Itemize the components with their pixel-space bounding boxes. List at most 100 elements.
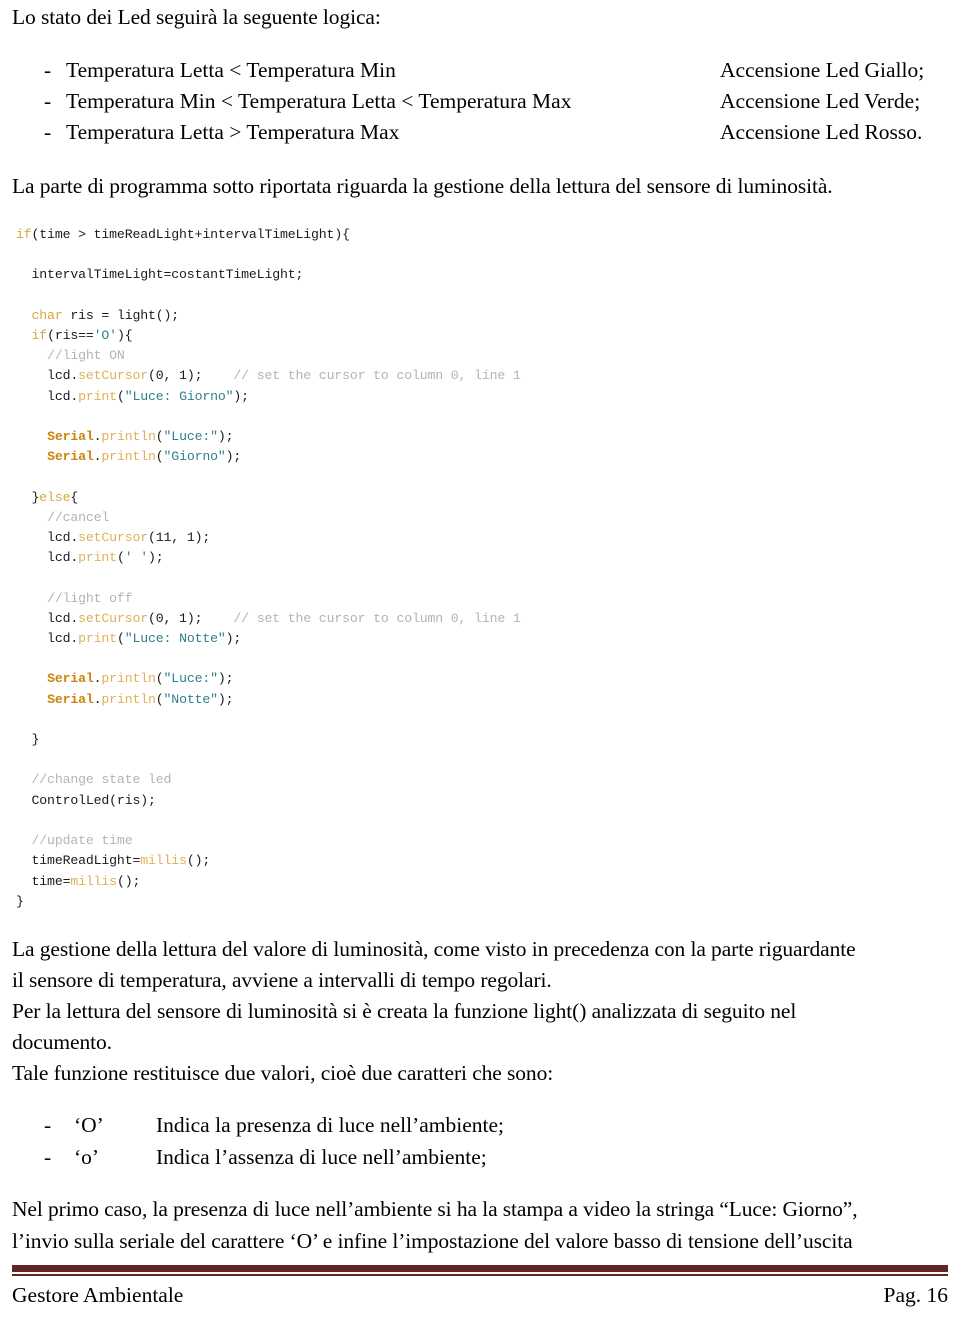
code-token: ( bbox=[116, 388, 125, 404]
code-line: Serial.println("Notte"); bbox=[16, 690, 948, 710]
code-line: intervalTimeLight=costantTimeLight; bbox=[16, 265, 948, 285]
code-line: lcd.setCursor(11, 1); bbox=[16, 528, 948, 548]
paragraph: l’invio sulla seriale del carattere ‘O’ … bbox=[12, 1228, 853, 1253]
code-token: intervalTimeLight=costantTimeLight; bbox=[16, 267, 304, 283]
code-token: print bbox=[78, 550, 117, 566]
prose-block: La gestione della lettura del valore di … bbox=[12, 934, 948, 1089]
code-line: Serial.println("Luce:"); bbox=[16, 669, 948, 689]
code-token: (11, 1); bbox=[148, 530, 211, 546]
code-token: Serial bbox=[47, 449, 94, 465]
code-line: //update time bbox=[16, 831, 948, 851]
list-item: - Temperatura Min < Temperatura Letta < … bbox=[12, 86, 948, 117]
code-token: (); bbox=[186, 853, 211, 869]
closing-block: Nel primo caso, la presenza di luce nell… bbox=[12, 1193, 948, 1257]
code-token: // set the cursor to column 0, line 1 bbox=[233, 610, 521, 626]
code-token: "Luce:" bbox=[163, 671, 219, 687]
bullet-dash: - bbox=[44, 120, 52, 144]
led-condition: Temperatura Letta < Temperatura Min bbox=[66, 58, 396, 82]
code-token: lcd. bbox=[16, 550, 79, 566]
code-token: millis bbox=[70, 873, 117, 889]
code-token: char bbox=[31, 307, 63, 323]
code-token: // set the cursor to column 0, line 1 bbox=[233, 368, 521, 384]
code-token: println bbox=[101, 449, 156, 465]
code-line: Serial.println("Giorno"); bbox=[16, 447, 948, 467]
code-token: print bbox=[78, 388, 117, 404]
code-token: println bbox=[101, 691, 156, 707]
bullet-dash: - bbox=[44, 89, 52, 113]
led-action: Accensione Led Giallo; bbox=[720, 58, 925, 82]
page-title: Lo stato dei Led seguirà la seguente log… bbox=[12, 5, 381, 29]
code-token: ( bbox=[155, 691, 164, 707]
led-condition: Temperatura Letta > Temperatura Max bbox=[66, 120, 400, 144]
paragraph: La gestione della lettura del valore di … bbox=[12, 936, 856, 961]
list-item: - Temperatura Letta > Temperatura Max Ac… bbox=[12, 117, 948, 148]
code-token: lcd. bbox=[16, 368, 79, 384]
code-token: //light ON bbox=[47, 348, 125, 364]
code-line: } bbox=[16, 892, 948, 912]
code-token: ( bbox=[116, 550, 125, 566]
bullet-dash: - bbox=[44, 1144, 52, 1169]
character-symbol: ‘o’ bbox=[74, 1144, 100, 1169]
paragraph: Per la lettura del sensore di luminosità… bbox=[12, 998, 797, 1023]
code-token: timeReadLight= bbox=[16, 853, 141, 869]
code-line: if(ris=='O'){ bbox=[16, 326, 948, 346]
code-token: (0, 1); bbox=[148, 368, 234, 384]
footer-rule-thick bbox=[12, 1265, 948, 1272]
paragraph: Tale funzione restituisce due valori, ci… bbox=[12, 1060, 554, 1085]
code-token: else bbox=[39, 489, 71, 505]
list-item: - ‘o’ Indica l’assenza di luce nell’ambi… bbox=[12, 1141, 948, 1173]
code-token: setCursor bbox=[78, 610, 148, 626]
bullet-dash: - bbox=[44, 58, 52, 82]
code-token: (0, 1); bbox=[148, 610, 234, 626]
led-condition: Temperatura Min < Temperatura Letta < Te… bbox=[66, 89, 572, 113]
code-token: 'O' bbox=[93, 328, 117, 344]
code-token: println bbox=[101, 671, 156, 687]
code-token: ControlLed(ris); bbox=[16, 792, 156, 808]
character-symbol: ‘O’ bbox=[74, 1112, 104, 1137]
paragraph: documento. bbox=[12, 1029, 112, 1054]
character-list: - ‘O’ Indica la presenza di luce nell’am… bbox=[12, 1109, 948, 1173]
led-action: Accensione Led Rosso. bbox=[720, 120, 923, 144]
code-token: ' ' bbox=[124, 550, 149, 566]
code-line: time=millis(); bbox=[16, 872, 948, 892]
code-token: ( bbox=[155, 671, 164, 687]
code-token: print bbox=[78, 631, 117, 647]
paragraph: Nel primo caso, la presenza di luce nell… bbox=[12, 1196, 858, 1221]
code-token: Serial bbox=[47, 671, 94, 687]
code-token: //cancel bbox=[47, 509, 110, 525]
code-line: //light off bbox=[16, 589, 948, 609]
list-item: - ‘O’ Indica la presenza di luce nell’am… bbox=[12, 1109, 948, 1141]
code-token: ){ bbox=[116, 328, 133, 344]
footer-text-row: Gestore Ambientale Pag. 16 bbox=[12, 1276, 948, 1310]
code-line: lcd.setCursor(0, 1); // set the cursor t… bbox=[16, 366, 948, 386]
code-token: lcd. bbox=[16, 610, 79, 626]
code-line: lcd.print("Luce: Notte"); bbox=[16, 629, 948, 649]
intro-paragraph: La parte di programma sotto riportata ri… bbox=[12, 174, 833, 198]
code-token: "Luce: Giorno" bbox=[124, 388, 234, 404]
code-token: Serial bbox=[47, 429, 94, 445]
code-token: } bbox=[16, 732, 40, 748]
character-description: Indica l’assenza di luce nell’ambiente; bbox=[156, 1144, 487, 1169]
code-token: "Notte" bbox=[163, 691, 219, 707]
code-token: "Luce: Notte" bbox=[124, 631, 226, 647]
code-token: ); bbox=[217, 429, 234, 445]
code-token: setCursor bbox=[78, 368, 148, 384]
code-token: (time > timeReadLight+intervalTimeLight)… bbox=[31, 227, 350, 242]
code-token: ); bbox=[148, 550, 164, 566]
code-token: } bbox=[16, 489, 40, 505]
code-token: ); bbox=[233, 388, 249, 404]
